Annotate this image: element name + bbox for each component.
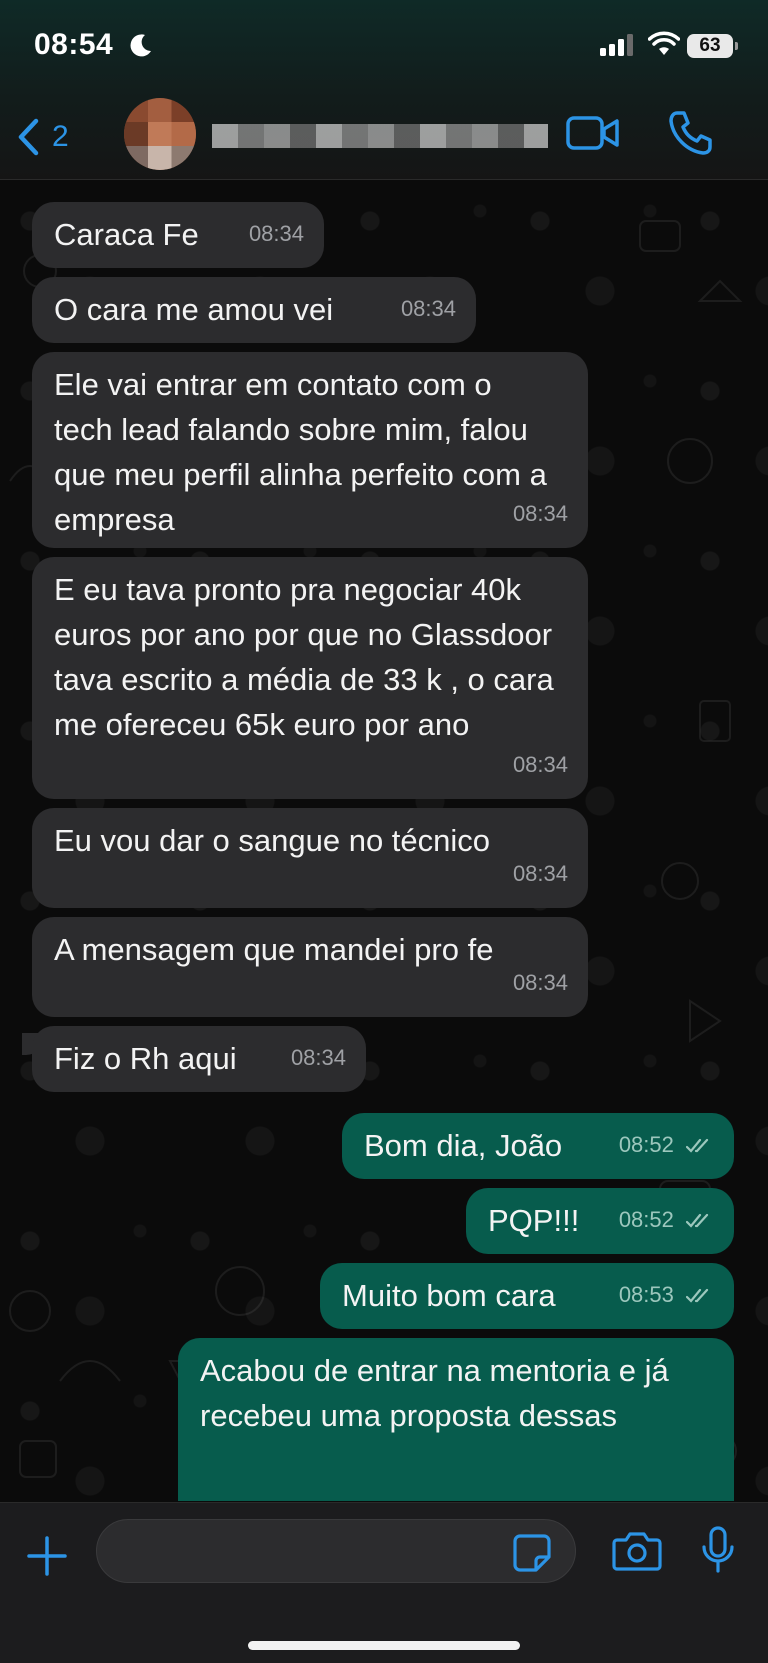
sticker-icon[interactable] [512, 1533, 552, 1573]
unread-count: 2 [52, 120, 69, 153]
plus-icon[interactable] [26, 1535, 68, 1577]
moon-icon [130, 34, 151, 57]
message-bubble-outgoing[interactable]: Bom dia, João 08:52 [342, 1113, 734, 1179]
message-bubble-incoming[interactable]: Caraca Fe 08:34 [32, 202, 324, 268]
message-text: A mensagem que mandei pro fe [54, 932, 494, 967]
camera-icon[interactable] [612, 1531, 662, 1571]
back-button[interactable]: 2 [16, 112, 86, 162]
message-bubble-outgoing[interactable]: Muito bom cara 08:53 [320, 1263, 734, 1329]
message-time: 08:34 [512, 861, 568, 886]
message-time: 08:53 [618, 1282, 674, 1307]
message-text: Ele vai entrar em contato com o tech lea… [54, 367, 547, 537]
home-indicator [248, 1641, 520, 1650]
message-text: E eu tava pronto pra negociar 40k euros … [54, 572, 554, 742]
message-bubble-incoming[interactable]: O cara me amou vei 08:34 [32, 277, 476, 343]
double-check-icon [686, 1214, 709, 1228]
message-time: 08:34 [290, 1045, 346, 1070]
message-meta: 08:52 [619, 1122, 714, 1167]
microphone-icon[interactable] [700, 1525, 736, 1575]
video-camera-icon[interactable] [566, 114, 620, 152]
message-bubble-outgoing[interactable]: PQP!!! 08:52 [466, 1188, 734, 1254]
phone-icon[interactable] [668, 110, 712, 156]
message-time: 08:34 [512, 970, 568, 995]
message-text: Eu vou dar o sangue no técnico [54, 823, 491, 858]
message-time: 08:34 [248, 221, 304, 246]
message-text: Bom dia, João [364, 1128, 563, 1163]
message-bubble-incoming[interactable]: Fiz o Rh aqui 08:34 [32, 1026, 366, 1092]
message-meta: 08:53 [619, 1272, 714, 1317]
signal-icon [600, 34, 633, 56]
double-check-icon [686, 1289, 709, 1303]
message-text: Fiz o Rh aqui [54, 1041, 237, 1076]
wifi-icon [648, 31, 680, 55]
message-text: PQP!!! [488, 1203, 580, 1238]
contact-name[interactable] [212, 124, 548, 148]
avatar[interactable] [124, 98, 196, 170]
message-text: Muito bom cara [342, 1278, 556, 1313]
message-meta: 08:52 [619, 1197, 714, 1242]
message-time: 08:34 [512, 501, 568, 526]
message-time: 08:34 [400, 296, 456, 321]
message-text: O cara me amou vei [54, 292, 334, 327]
message-input[interactable] [96, 1519, 576, 1583]
message-time: 08:34 [512, 752, 568, 777]
message-text: Acabou de entrar na mentoria e já recebe… [200, 1353, 669, 1433]
message-bubble-incoming[interactable]: A mensagem que mandei pro fe 08:34 [32, 917, 588, 1017]
chevron-left-icon [18, 118, 39, 156]
message-time: 08:52 [618, 1207, 674, 1232]
message-text: Caraca Fe [54, 217, 199, 252]
chat-header: 08:54 63 2 [0, 0, 768, 180]
message-time: 08:52 [618, 1132, 674, 1157]
status-time: 08:54 [34, 28, 114, 61]
message-bubble-incoming[interactable]: Ele vai entrar em contato com o tech lea… [32, 352, 588, 548]
composer-bar [0, 1502, 768, 1663]
double-check-icon [686, 1139, 709, 1153]
message-bubble-incoming[interactable]: E eu tava pronto pra negociar 40k euros … [32, 557, 588, 799]
battery-indicator: 63 [687, 34, 738, 58]
message-bubble-outgoing[interactable]: Acabou de entrar na mentoria e já recebe… [178, 1338, 734, 1501]
message-bubble-incoming[interactable]: Eu vou dar o sangue no técnico 08:34 [32, 808, 588, 908]
message-list[interactable]: Caraca Fe 08:34 O cara me amou vei 08:34… [0, 181, 768, 1501]
